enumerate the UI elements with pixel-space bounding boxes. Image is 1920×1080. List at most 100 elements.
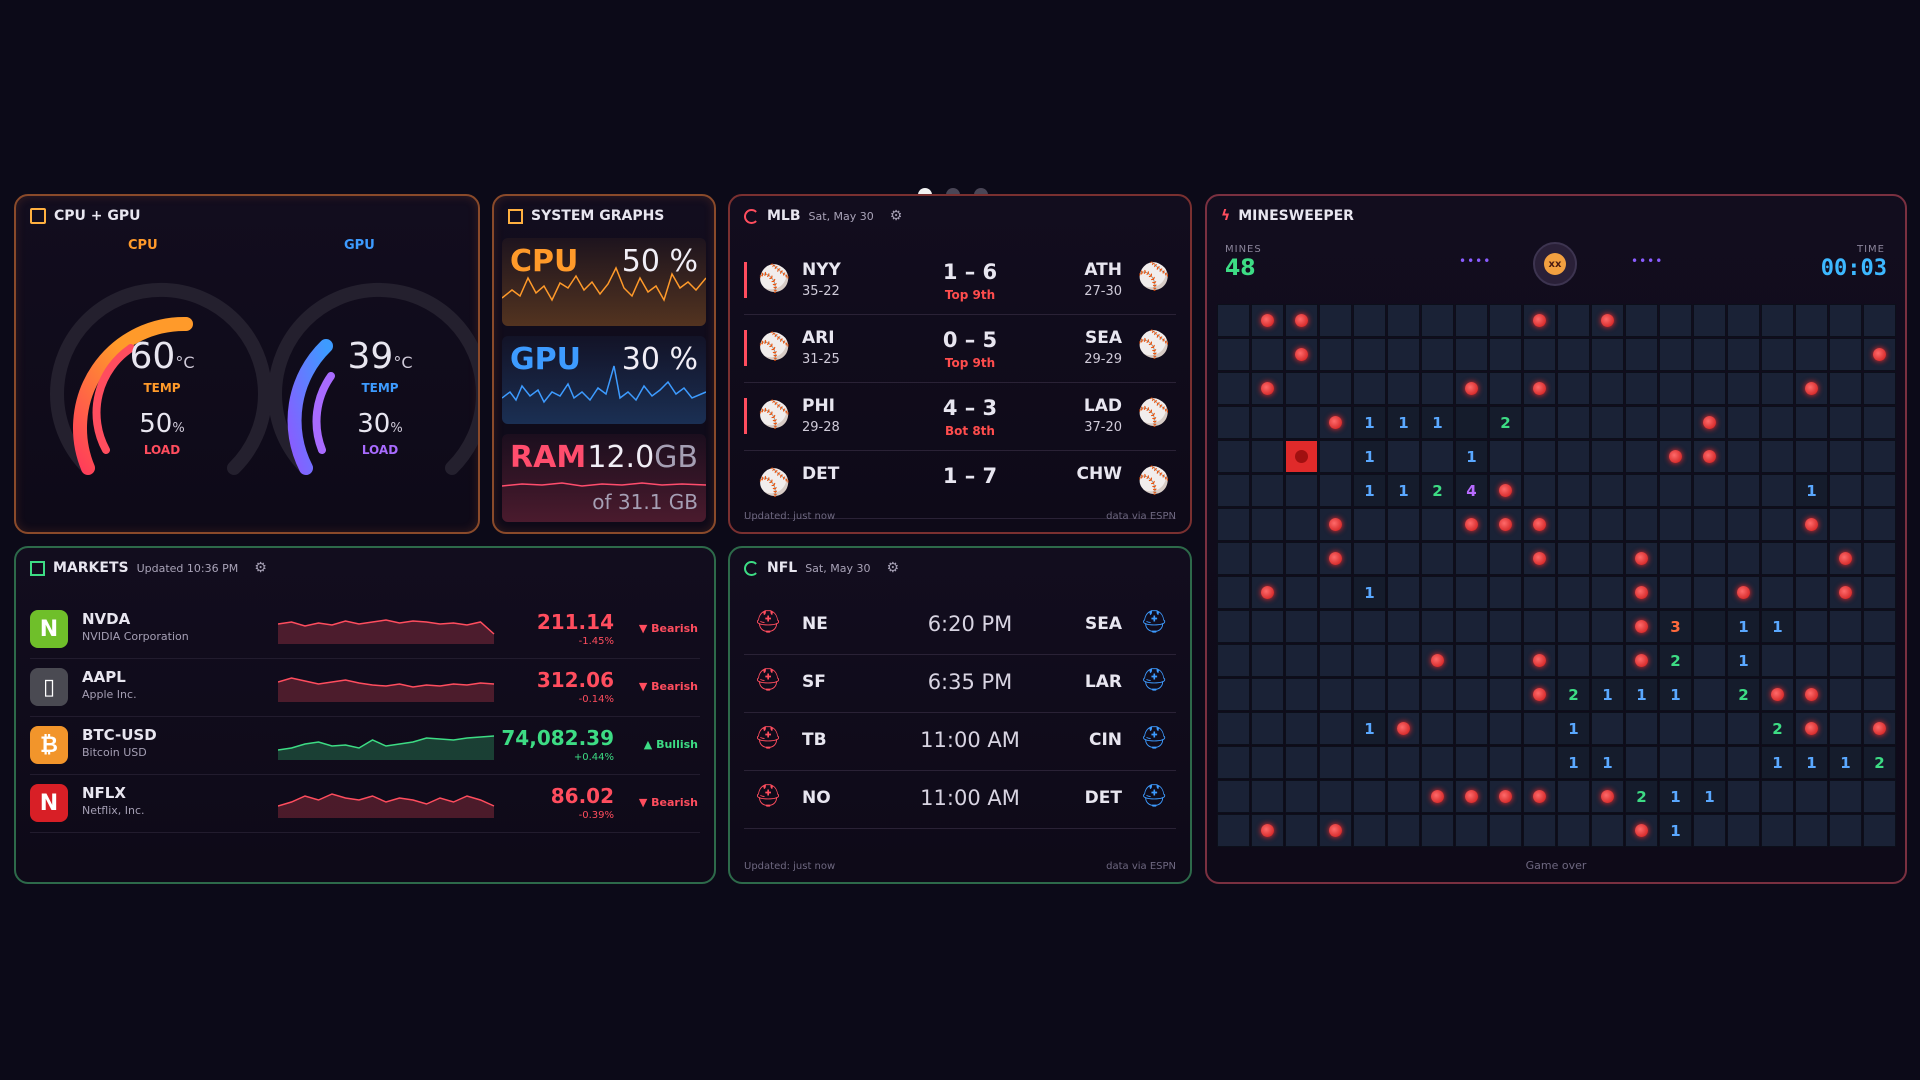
hidden-cell[interactable] (1353, 542, 1386, 575)
hidden-cell[interactable] (1795, 440, 1828, 473)
number-cell[interactable]: 1 (1829, 746, 1862, 779)
hidden-cell[interactable] (1387, 678, 1420, 711)
hidden-cell[interactable] (1387, 644, 1420, 677)
hidden-cell[interactable] (1421, 746, 1454, 779)
number-cell[interactable]: 1 (1353, 712, 1386, 745)
hidden-cell[interactable] (1387, 508, 1420, 541)
mine-cell[interactable] (1625, 576, 1658, 609)
number-cell[interactable]: 1 (1727, 610, 1760, 643)
hidden-cell[interactable] (1217, 542, 1250, 575)
nfl-game-row[interactable]: ⛑ SF 6:35 PM LAR ⛑ (744, 656, 1176, 713)
hidden-cell[interactable] (1693, 338, 1726, 371)
hidden-cell[interactable] (1285, 406, 1318, 439)
hidden-cell[interactable] (1693, 814, 1726, 847)
hidden-cell[interactable] (1217, 746, 1250, 779)
hidden-cell[interactable] (1455, 712, 1488, 745)
hidden-cell[interactable] (1523, 814, 1556, 847)
number-cell[interactable]: 1 (1795, 746, 1828, 779)
mine-cell[interactable] (1523, 508, 1556, 541)
hidden-cell[interactable] (1863, 576, 1896, 609)
mine-cell[interactable] (1659, 440, 1692, 473)
hidden-cell[interactable] (1523, 576, 1556, 609)
refresh-icon[interactable] (744, 560, 759, 576)
hidden-cell[interactable] (1557, 576, 1590, 609)
hidden-cell[interactable] (1659, 712, 1692, 745)
hidden-cell[interactable] (1251, 542, 1284, 575)
hidden-cell[interactable] (1557, 474, 1590, 507)
hidden-cell[interactable] (1319, 440, 1352, 473)
hidden-cell[interactable] (1659, 542, 1692, 575)
refresh-icon[interactable] (744, 208, 759, 224)
hidden-cell[interactable] (1795, 644, 1828, 677)
number-cell[interactable]: 1 (1693, 780, 1726, 813)
hidden-cell[interactable] (1693, 712, 1726, 745)
hidden-cell[interactable] (1761, 508, 1794, 541)
hidden-cell[interactable] (1625, 304, 1658, 337)
mine-cell[interactable] (1693, 406, 1726, 439)
hidden-cell[interactable] (1523, 440, 1556, 473)
hidden-cell[interactable] (1693, 746, 1726, 779)
hidden-cell[interactable] (1251, 746, 1284, 779)
hidden-cell[interactable] (1829, 712, 1862, 745)
hidden-cell[interactable] (1863, 814, 1896, 847)
hidden-cell[interactable] (1863, 304, 1896, 337)
number-cell[interactable]: 2 (1863, 746, 1896, 779)
number-cell[interactable]: 1 (1353, 406, 1386, 439)
hidden-cell[interactable] (1659, 338, 1692, 371)
hidden-cell[interactable] (1591, 576, 1624, 609)
nfl-game-row[interactable]: ⛑ NE 6:20 PM SEA ⛑ (744, 598, 1176, 655)
number-cell[interactable]: 1 (1659, 780, 1692, 813)
hidden-cell[interactable] (1557, 440, 1590, 473)
mine-cell[interactable] (1455, 372, 1488, 405)
hidden-cell[interactable] (1489, 576, 1522, 609)
hidden-cell[interactable] (1217, 712, 1250, 745)
hidden-cell[interactable] (1217, 678, 1250, 711)
hidden-cell[interactable] (1863, 678, 1896, 711)
number-cell[interactable]: 1 (1557, 746, 1590, 779)
hidden-cell[interactable] (1829, 678, 1862, 711)
hidden-cell[interactable] (1659, 406, 1692, 439)
mine-cell[interactable] (1489, 508, 1522, 541)
number-cell[interactable]: 2 (1421, 474, 1454, 507)
hidden-cell[interactable] (1421, 542, 1454, 575)
hidden-cell[interactable] (1761, 406, 1794, 439)
hidden-cell[interactable] (1421, 712, 1454, 745)
hidden-cell[interactable] (1863, 474, 1896, 507)
hidden-cell[interactable] (1455, 644, 1488, 677)
market-row[interactable]: ▯ AAPL Apple Inc. 312.06 -0.14% ▼ Bearish (30, 658, 700, 717)
hidden-cell[interactable] (1319, 712, 1352, 745)
hidden-cell[interactable] (1727, 304, 1760, 337)
hidden-cell[interactable] (1387, 338, 1420, 371)
empty-cell[interactable] (1455, 406, 1488, 439)
hidden-cell[interactable] (1319, 610, 1352, 643)
hidden-cell[interactable] (1387, 576, 1420, 609)
hidden-cell[interactable] (1795, 406, 1828, 439)
empty-cell[interactable] (1693, 610, 1726, 643)
hidden-cell[interactable] (1319, 304, 1352, 337)
hidden-cell[interactable] (1387, 304, 1420, 337)
number-cell[interactable]: 1 (1353, 576, 1386, 609)
mine-cell[interactable] (1319, 542, 1352, 575)
hidden-cell[interactable] (1591, 542, 1624, 575)
hidden-cell[interactable] (1693, 372, 1726, 405)
number-cell[interactable]: 1 (1387, 406, 1420, 439)
hidden-cell[interactable] (1217, 474, 1250, 507)
hidden-cell[interactable] (1217, 406, 1250, 439)
hidden-cell[interactable] (1285, 746, 1318, 779)
hidden-cell[interactable] (1625, 440, 1658, 473)
hidden-cell[interactable] (1727, 440, 1760, 473)
hidden-cell[interactable] (1421, 372, 1454, 405)
exploded-mine-cell[interactable] (1285, 440, 1318, 473)
hidden-cell[interactable] (1761, 372, 1794, 405)
hidden-cell[interactable] (1829, 372, 1862, 405)
hidden-cell[interactable] (1387, 780, 1420, 813)
hidden-cell[interactable] (1489, 610, 1522, 643)
hidden-cell[interactable] (1693, 678, 1726, 711)
hidden-cell[interactable] (1455, 576, 1488, 609)
hidden-cell[interactable] (1693, 644, 1726, 677)
hidden-cell[interactable] (1251, 508, 1284, 541)
hidden-cell[interactable] (1693, 508, 1726, 541)
hidden-cell[interactable] (1353, 780, 1386, 813)
market-row[interactable]: N NFLX Netflix, Inc. 86.02 -0.39% ▼ Bearish (30, 774, 700, 833)
hidden-cell[interactable] (1319, 372, 1352, 405)
